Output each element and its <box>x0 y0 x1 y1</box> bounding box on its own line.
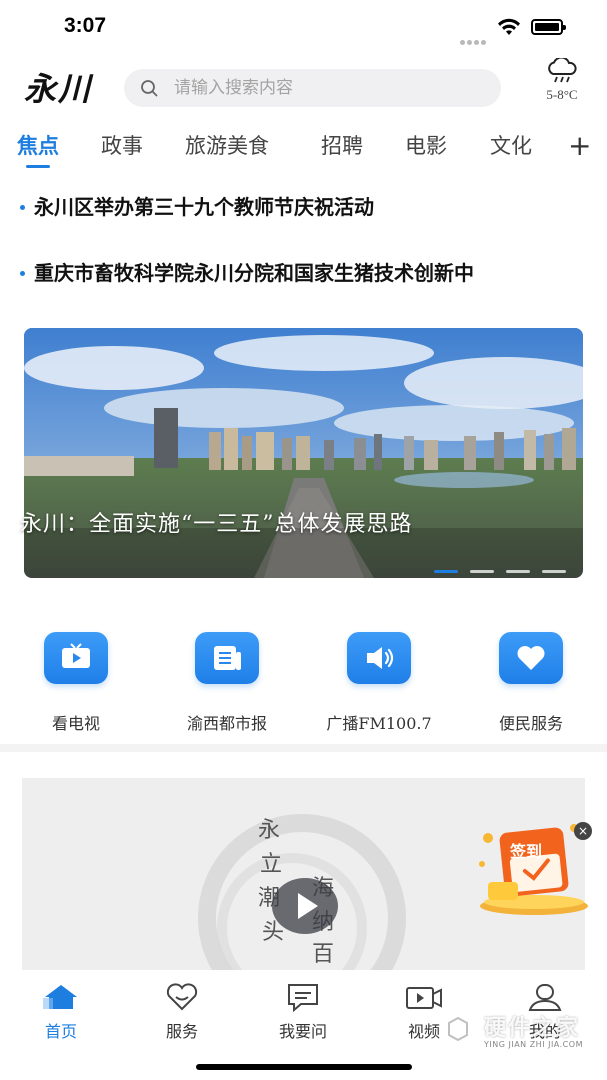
quick-service-tv[interactable]: 看电视 <box>16 632 136 734</box>
message-icon <box>288 984 318 1012</box>
quick-service-radio[interactable]: 广播FM100.7 <box>319 632 439 734</box>
tab-politics[interactable]: 政事 <box>101 128 143 168</box>
quick-service-newspaper[interactable]: 渝西都市报 <box>167 632 287 734</box>
tab-jobs[interactable]: 招聘 <box>321 128 363 168</box>
video-icon <box>406 987 442 1009</box>
newspaper-icon <box>195 632 259 684</box>
banner-caption: 永川：全面实施“一三五”总体发展思路 <box>20 512 413 537</box>
play-button[interactable] <box>272 878 338 934</box>
carousel-dot[interactable] <box>434 570 458 573</box>
nav-ask[interactable]: 我要问 <box>258 982 348 1042</box>
signal-dots-icon <box>460 30 488 49</box>
heart-chat-icon <box>166 983 198 1011</box>
signin-label: 签到 <box>510 842 543 861</box>
add-tab-button[interactable]: + <box>568 130 591 162</box>
status-time: 3:07 <box>64 14 107 37</box>
carousel-indicator <box>434 558 578 577</box>
carousel-dot[interactable] <box>470 570 494 573</box>
nav-label: 服务 <box>165 1022 198 1041</box>
calligraphy-char: 百 <box>312 942 335 967</box>
status-bar: 3:07 <box>0 0 607 56</box>
watermark-subtext: YING JIAN ZHI JIA.COM <box>484 1040 583 1049</box>
calligraphy-char: 永 <box>258 818 281 843</box>
category-tabs: 焦点 政事 旅游美食 招聘 电影 文化 + <box>0 128 607 172</box>
quick-service-convenience[interactable]: 便民服务 <box>471 632 591 734</box>
search-icon <box>141 80 158 97</box>
quick-service-label: 渝西都市报 <box>186 714 267 733</box>
headline-text: 重庆市畜牧科学院永川分院和国家生猪技术创新中 <box>34 261 474 285</box>
quick-service-label: 看电视 <box>51 714 100 733</box>
battery-icon <box>531 19 566 35</box>
headline-text: 永川区举办第三十九个教师节庆祝活动 <box>34 195 374 219</box>
city-skyline-image <box>24 328 583 578</box>
headline-item[interactable]: 重庆市畜牧科学院永川分院和国家生猪技术创新中 <box>18 256 590 290</box>
search-input[interactable] <box>174 69 484 107</box>
tab-movies[interactable]: 电影 <box>405 128 447 168</box>
nav-label: 首页 <box>44 1022 77 1041</box>
search-bar[interactable] <box>124 69 501 107</box>
quick-service-label: 广播FM100.7 <box>326 714 432 733</box>
tv-icon <box>44 632 108 684</box>
wifi-icon <box>498 18 520 35</box>
app-logo: 永川 <box>24 70 93 108</box>
tab-travel-food[interactable]: 旅游美食 <box>185 128 269 168</box>
carousel-dot[interactable] <box>542 570 566 573</box>
bullet-dot-icon <box>20 271 25 276</box>
nav-home[interactable]: 首页 <box>16 982 106 1042</box>
section-divider <box>0 744 607 752</box>
watermark-text: 硬件之家 <box>484 1016 581 1041</box>
quick-service-label: 便民服务 <box>498 714 563 733</box>
home-indicator[interactable] <box>196 1064 412 1070</box>
radio-speaker-icon <box>347 632 411 684</box>
weather-widget[interactable]: 5-8°C <box>540 58 584 103</box>
banner-carousel[interactable] <box>24 328 583 578</box>
tab-focus[interactable]: 焦点 <box>17 128 59 168</box>
tab-culture[interactable]: 文化 <box>490 128 532 168</box>
carousel-dot[interactable] <box>506 570 530 573</box>
heart-icon <box>499 632 563 684</box>
home-icon <box>43 985 77 1009</box>
headline-item[interactable]: 永川区举办第三十九个教师节庆祝活动 <box>18 190 590 224</box>
nav-label: 我要问 <box>278 1022 327 1041</box>
nav-service[interactable]: 服务 <box>137 982 227 1042</box>
cloud-rain-icon <box>548 58 577 83</box>
weather-temp: 5-8°C <box>546 87 578 102</box>
bullet-dot-icon <box>20 205 25 210</box>
close-icon[interactable]: × <box>574 822 592 840</box>
calligraphy-char: 立 <box>260 852 283 877</box>
